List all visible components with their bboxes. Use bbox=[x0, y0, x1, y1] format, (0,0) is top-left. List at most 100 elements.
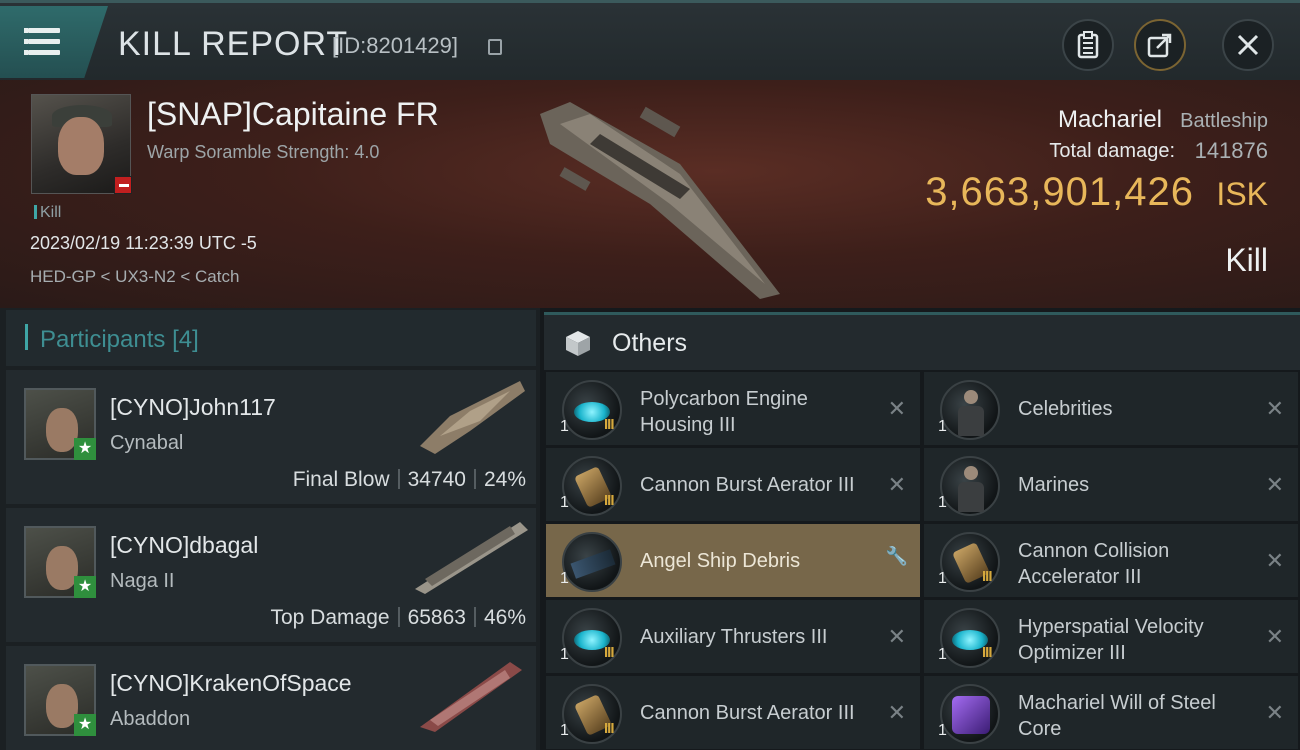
star-icon: ★ bbox=[74, 438, 96, 460]
kill-summary: [SNAP]Capitaine FR Warp Soramble Strengt… bbox=[0, 80, 1300, 308]
participant-ship: Abaddon bbox=[110, 708, 191, 730]
participants-label: Participants bbox=[40, 326, 166, 353]
destroyed-icon: ✕ bbox=[887, 396, 906, 421]
wrench-icon: 🔧 bbox=[885, 546, 908, 566]
star-icon: ★ bbox=[74, 714, 96, 736]
participant-ship-image bbox=[420, 381, 525, 454]
item-tier: III bbox=[604, 492, 614, 509]
item-name: Cannon Collision Accelerator III bbox=[1018, 540, 1170, 588]
clipboard-icon bbox=[1077, 31, 1099, 59]
item-name: Angel Ship Debris bbox=[640, 550, 801, 572]
participants-title: Participants [4] bbox=[40, 326, 199, 354]
item-tier: III bbox=[982, 568, 992, 585]
share-button[interactable] bbox=[1134, 19, 1186, 71]
menu-icon bbox=[24, 28, 60, 33]
item-quantity: 1 bbox=[560, 494, 569, 511]
divider bbox=[397, 607, 400, 627]
item-row[interactable]: 1 III Cannon Collision Accelerator III ✕ bbox=[924, 524, 1298, 597]
participant-name: [CYNO]John117 bbox=[110, 394, 276, 420]
menu-button[interactable] bbox=[0, 6, 108, 78]
item-name: Marines bbox=[1018, 474, 1090, 496]
cube-icon bbox=[566, 331, 590, 356]
others-title: Others bbox=[612, 329, 688, 357]
destroyed-icon: ✕ bbox=[1265, 624, 1284, 649]
divider bbox=[473, 607, 476, 627]
participant-row[interactable]: ★ [CYNO]dbagal Naga II Top Damage 65863 46… bbox=[6, 508, 536, 642]
close-button[interactable] bbox=[1222, 19, 1274, 71]
item-row[interactable]: 1 Marines ✕ bbox=[924, 448, 1298, 521]
item-quantity: 1 bbox=[938, 418, 947, 435]
destroyed-icon: ✕ bbox=[887, 472, 906, 497]
item-name: Hyperspatial Velocity Optimizer III bbox=[1018, 616, 1204, 664]
share-icon bbox=[1147, 33, 1172, 58]
copy-icon[interactable] bbox=[488, 39, 502, 55]
menu-icon-bar bbox=[24, 50, 60, 55]
destroyed-icon: ✕ bbox=[1265, 472, 1284, 497]
marine-icon bbox=[940, 456, 1000, 516]
clipboard-button[interactable] bbox=[1062, 19, 1114, 71]
core-icon bbox=[940, 684, 1000, 744]
item-quantity: 1 bbox=[938, 646, 947, 663]
participants-header: Participants [4] bbox=[6, 310, 536, 366]
participant-percent: 46% bbox=[483, 606, 526, 629]
destroyed-icon: ✕ bbox=[1265, 396, 1284, 421]
destroyed-icon: ✕ bbox=[887, 700, 906, 725]
divider bbox=[397, 469, 400, 489]
item-quantity: 1 bbox=[560, 646, 569, 663]
item-quantity: 1 bbox=[560, 418, 569, 435]
kill-location[interactable]: HED-GP < UX3-N2 < Catch bbox=[30, 267, 239, 287]
item-tier: III bbox=[604, 416, 614, 433]
victim-name[interactable]: [SNAP]Capitaine FR bbox=[147, 96, 439, 133]
participant-ship: Naga II bbox=[110, 570, 175, 592]
destroyed-icon: ✕ bbox=[1265, 548, 1284, 573]
item-row[interactable]: 1 III Cannon Burst Aerator III ✕ bbox=[546, 448, 920, 521]
item-row[interactable]: 1 III Cannon Burst Aerator III ✕ bbox=[546, 676, 920, 749]
item-row[interactable]: 1 III Polycarbon Engine Housing III ✕ bbox=[546, 372, 920, 445]
item-tier: III bbox=[604, 720, 614, 737]
participant-ship-image bbox=[420, 662, 522, 732]
ship-class: Battleship bbox=[1180, 110, 1268, 132]
participant-stats: Top Damage 65863 46% bbox=[270, 606, 526, 630]
report-id: [ID:8201429] bbox=[332, 33, 458, 58]
participant-damage: 65863 bbox=[407, 606, 466, 629]
item-name: Cannon Burst Aerator III bbox=[640, 474, 855, 496]
item-quantity: 1 bbox=[938, 722, 947, 739]
item-row[interactable]: 1 Celebrities ✕ bbox=[924, 372, 1298, 445]
participant-ship: Cynabal bbox=[110, 432, 184, 454]
hostile-badge-icon bbox=[114, 176, 132, 194]
item-name: Machariel Will of Steel Core bbox=[1018, 692, 1216, 740]
kill-datetime: 2023/02/19 11:23:39 UTC -5 bbox=[30, 233, 257, 253]
kill-result: Kill bbox=[1225, 242, 1268, 278]
item-quantity: 1 bbox=[938, 494, 947, 511]
menu-icon-bar bbox=[24, 39, 60, 44]
divider bbox=[473, 469, 476, 489]
item-tier: III bbox=[982, 644, 992, 661]
isk-unit: ISK bbox=[1216, 176, 1268, 212]
item-quantity: 1 bbox=[560, 570, 569, 587]
destroyed-icon: ✕ bbox=[887, 624, 906, 649]
debris-icon bbox=[562, 532, 622, 592]
item-row[interactable]: 1 III Auxiliary Thrusters III ✕ bbox=[546, 600, 920, 673]
item-quantity: 1 bbox=[938, 570, 947, 587]
item-quantity: 1 bbox=[560, 722, 569, 739]
participant-percent: 24% bbox=[483, 468, 526, 491]
item-tier: III bbox=[604, 644, 614, 661]
participant-name: [CYNO]KrakenOfSpace bbox=[110, 670, 352, 696]
item-row[interactable]: 1 Angel Ship Debris 🔧 bbox=[546, 524, 920, 597]
ship-name[interactable]: Machariel bbox=[1058, 106, 1162, 134]
avatar-face bbox=[58, 117, 104, 175]
participant-damage: 34740 bbox=[407, 468, 466, 491]
victim-ship-image bbox=[540, 102, 780, 299]
title-bar: KILL REPORT [ID:8201429] bbox=[0, 0, 1300, 80]
item-name: Auxiliary Thrusters III bbox=[640, 626, 828, 648]
victim-subtitle: Warp Soramble Strength: 4.0 bbox=[147, 142, 380, 162]
page-title: KILL REPORT bbox=[118, 25, 349, 63]
item-name: Celebrities bbox=[1018, 398, 1113, 420]
item-name: Polycarbon Engine Housing III bbox=[640, 388, 808, 436]
item-row[interactable]: 1 III Hyperspatial Velocity Optimizer III ✕ bbox=[924, 600, 1298, 673]
participant-row[interactable]: ★ [CYNO]John117 Cynabal Final Blow 34740 2… bbox=[6, 370, 536, 504]
item-name: Cannon Burst Aerator III bbox=[640, 702, 855, 724]
participant-row[interactable]: ★ [CYNO]KrakenOfSpace Abaddon bbox=[6, 646, 536, 750]
item-row[interactable]: 1 Machariel Will of Steel Core ✕ bbox=[924, 676, 1298, 749]
participants-panel: Participants [4] ★ [CYNO]John117 Cynabal… bbox=[0, 308, 540, 750]
